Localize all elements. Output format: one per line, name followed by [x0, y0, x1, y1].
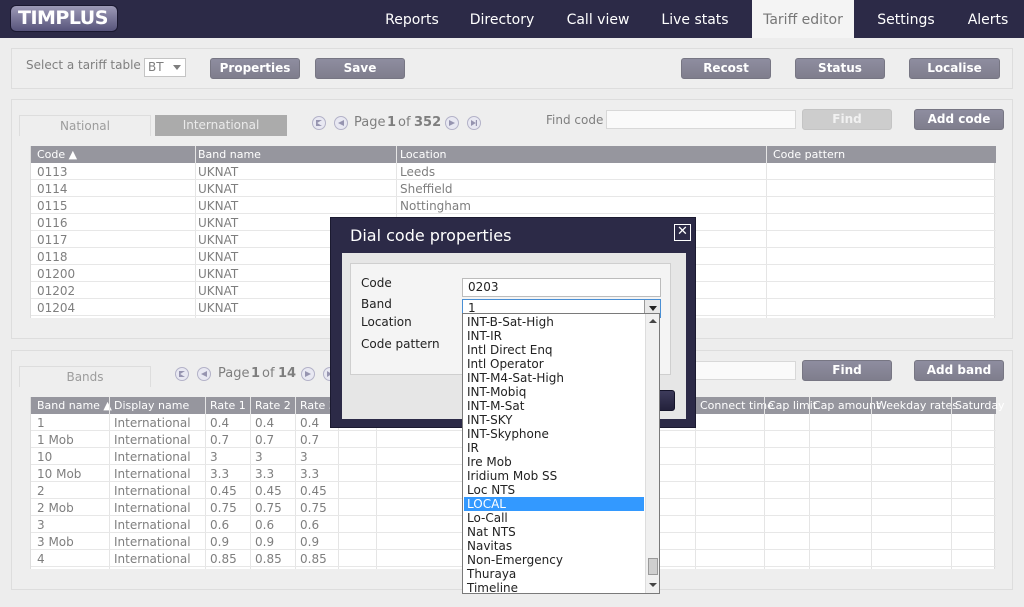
timplus-logo[interactable]: TIMPLUS [10, 5, 118, 32]
location-label: Location [361, 315, 412, 329]
band-option[interactable]: INT-M4-Sat-High [464, 371, 644, 385]
band-option[interactable]: INT-M-Sat [464, 399, 644, 413]
nav-reports[interactable]: Reports [372, 0, 452, 38]
band-option[interactable]: INT-B-Sat-High [464, 315, 644, 329]
top-nav-bar: TIMPLUS Reports Directory Call view Live… [0, 0, 1024, 38]
close-icon[interactable]: ✕ [674, 224, 691, 241]
band-option[interactable]: Lo-Call [464, 511, 644, 525]
band-option[interactable]: Thuraya [464, 567, 644, 581]
band-option[interactable]: Nat NTS [464, 525, 644, 539]
band-option[interactable]: LOCAL [464, 497, 644, 511]
band-option[interactable]: Loc NTS [464, 483, 644, 497]
scroll-up-icon[interactable] [649, 319, 657, 323]
code-label: Code [361, 276, 392, 290]
band-option[interactable]: Ire Mob [464, 455, 644, 469]
band-option[interactable]: IR [464, 441, 644, 455]
code-input[interactable]: 0203 [462, 278, 661, 297]
band-option[interactable]: Timeline [464, 581, 644, 593]
band-option[interactable]: INT-IR [464, 329, 644, 343]
code-pattern-label: Code pattern [361, 337, 440, 351]
band-option[interactable]: Non-Emergency [464, 553, 644, 567]
nav-call-view[interactable]: Call view [556, 0, 640, 38]
nav-tariff-editor[interactable]: Tariff editor [752, 0, 854, 38]
nav-directory[interactable]: Directory [460, 0, 544, 38]
dialog-title: Dial code properties [350, 226, 512, 245]
scroll-thumb[interactable] [648, 558, 658, 575]
band-option[interactable]: INT-Skyphone [464, 427, 644, 441]
band-dropdown-list[interactable]: INT-B-Sat-High INT-IR Intl Direct Enq Intl … [462, 313, 660, 594]
scroll-down-icon[interactable] [649, 583, 657, 587]
nav-live-stats[interactable]: Live stats [650, 0, 740, 38]
band-label: Band [361, 297, 392, 311]
band-option[interactable]: Iridium Mob SS [464, 469, 644, 483]
nav-alerts[interactable]: Alerts [958, 0, 1018, 38]
band-option[interactable]: Intl Operator [464, 357, 644, 371]
band-option[interactable]: INT-SKY [464, 413, 644, 427]
chevron-down-icon [649, 306, 657, 311]
band-option[interactable]: Intl Direct Enq [464, 343, 644, 357]
dropdown-scrollbar[interactable] [645, 314, 659, 593]
band-option[interactable]: INT-Mobiq [464, 385, 644, 399]
nav-settings[interactable]: Settings [866, 0, 946, 38]
band-option[interactable]: Navitas [464, 539, 644, 553]
